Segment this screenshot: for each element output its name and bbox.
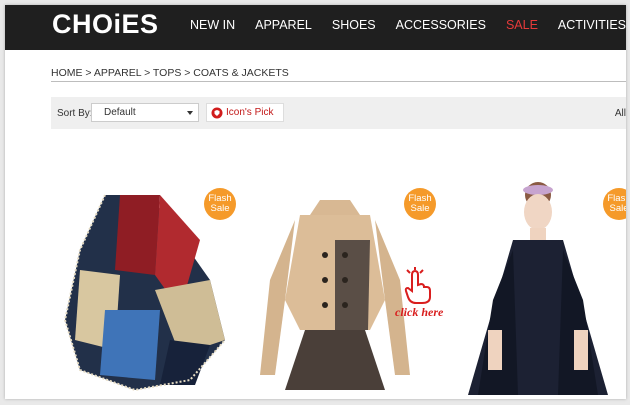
sort-dropdown[interactable]: Default	[91, 103, 199, 122]
flash-sale-text-2: Sale	[210, 203, 230, 214]
main-nav: NEW IN APPAREL SHOES ACCESSORIES SALE AC…	[170, 18, 626, 38]
sort-label: Sort By:	[57, 108, 93, 119]
nav-activities[interactable]: ACTIVITIES	[558, 18, 626, 38]
nav-apparel[interactable]: APPAREL	[255, 18, 312, 38]
chevron-down-icon	[187, 111, 193, 115]
pointing-hand-icon	[404, 267, 431, 304]
nav-sale[interactable]: SALE	[506, 18, 538, 38]
flash-sale-badge: Flash Sale	[204, 188, 236, 220]
breadcrumb-divider	[51, 81, 626, 82]
nav-shoes[interactable]: SHOES	[332, 18, 376, 38]
product-image-cape-model[interactable]	[458, 180, 626, 395]
icons-pick-label: Icon's Pick	[226, 107, 274, 118]
flash-sale-text-2: Sale	[609, 203, 626, 214]
sort-dropdown-value: Default	[104, 107, 136, 118]
shield-icon	[211, 107, 223, 119]
product-card[interactable]: Flash Sale	[250, 180, 436, 399]
breadcrumb[interactable]: HOME > APPAREL > TOPS > COATS & JACKETS	[51, 67, 289, 79]
nav-new-in[interactable]: NEW IN	[190, 18, 235, 38]
flash-sale-text-2: Sale	[410, 203, 430, 214]
brand-logo[interactable]: CHOiES	[52, 9, 159, 40]
sort-toolbar: Sort By: Default Icon's Pick All	[51, 97, 626, 129]
icons-pick-button[interactable]: Icon's Pick	[206, 103, 284, 122]
click-here-label[interactable]: click here	[395, 305, 443, 320]
browser-viewport: CHOiES NEW IN APPAREL SHOES ACCESSORIES …	[5, 5, 626, 399]
product-card[interactable]: Flash Sale	[458, 180, 626, 399]
product-image-trench-coat[interactable]	[250, 180, 420, 395]
product-card[interactable]: Flash Sale	[60, 180, 236, 399]
header-bar: CHOiES NEW IN APPAREL SHOES ACCESSORIES …	[5, 5, 626, 50]
view-all-label[interactable]: All	[615, 108, 626, 119]
flash-sale-badge: Flash Sale	[404, 188, 436, 220]
nav-accessories[interactable]: ACCESSORIES	[396, 18, 486, 38]
